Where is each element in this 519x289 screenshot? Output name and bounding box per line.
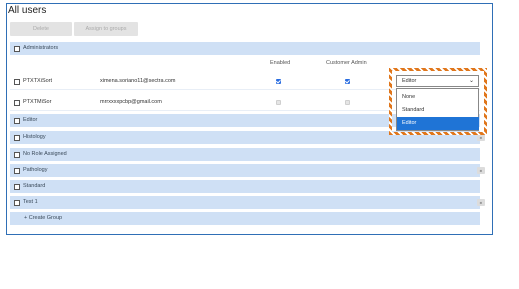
row-checkbox[interactable] bbox=[14, 100, 20, 106]
group-checkbox[interactable] bbox=[14, 168, 20, 174]
user-name: PTXTMiSor bbox=[23, 99, 52, 105]
group-row-no-role-assigned[interactable]: No Role Assigned bbox=[10, 148, 480, 161]
column-header-customer-admin: Customer Admin bbox=[326, 60, 367, 66]
lock-icon: ■ bbox=[477, 167, 485, 174]
group-checkbox[interactable] bbox=[14, 184, 20, 190]
group-label: Test 1 bbox=[23, 199, 38, 205]
role-dropdown-menu: None Standard Editor bbox=[396, 88, 479, 131]
row-checkbox[interactable] bbox=[14, 79, 20, 85]
create-group-row[interactable]: + Create Group bbox=[10, 212, 480, 225]
group-label: Standard bbox=[23, 183, 46, 189]
lock-icon: ■ bbox=[477, 199, 485, 206]
group-label: Administrators bbox=[23, 45, 59, 51]
column-header-enabled: Enabled bbox=[270, 60, 291, 66]
group-label: Pathology bbox=[23, 167, 48, 173]
group-row-test-1[interactable]: Test 1 ■ bbox=[10, 196, 485, 209]
group-label: No Role Assigned bbox=[23, 151, 67, 157]
user-email: ximena.soriano11@sectra.com bbox=[100, 78, 176, 84]
role-option-standard[interactable]: Standard bbox=[397, 104, 479, 117]
group-checkbox[interactable] bbox=[14, 135, 20, 141]
user-email: mrrxxxxpcbp@gmail.com bbox=[100, 99, 162, 105]
group-checkbox[interactable] bbox=[14, 46, 20, 52]
group-label: Histology bbox=[23, 134, 46, 140]
create-group-link[interactable]: + Create Group bbox=[24, 212, 62, 225]
assign-to-groups-button[interactable]: Assign to groups bbox=[74, 22, 138, 36]
group-label: Editor bbox=[23, 117, 38, 123]
group-checkbox[interactable] bbox=[14, 118, 20, 124]
role-option-none[interactable]: None bbox=[397, 91, 479, 104]
group-row-pathology[interactable]: Pathology ■ bbox=[10, 164, 485, 177]
role-select[interactable]: Editor ⌄ bbox=[396, 75, 479, 87]
enabled-checkbox[interactable] bbox=[276, 79, 281, 84]
enabled-checkbox[interactable] bbox=[276, 100, 281, 105]
lock-icon: ■ bbox=[477, 134, 485, 141]
role-option-editor[interactable]: Editor bbox=[397, 117, 479, 130]
page-title: All users bbox=[8, 5, 47, 16]
customer-admin-checkbox[interactable] bbox=[345, 79, 350, 84]
group-row-standard[interactable]: Standard bbox=[10, 180, 480, 193]
user-name: PTXTXiSort bbox=[23, 78, 53, 84]
delete-button[interactable]: Delete bbox=[10, 22, 72, 36]
customer-admin-checkbox[interactable] bbox=[345, 100, 350, 105]
group-row-administrators[interactable]: Administrators bbox=[10, 42, 480, 55]
chevron-down-icon[interactable]: ⌄ bbox=[469, 76, 474, 87]
role-select-value: Editor bbox=[402, 78, 417, 84]
group-checkbox[interactable] bbox=[14, 200, 20, 206]
group-checkbox[interactable] bbox=[14, 152, 20, 158]
